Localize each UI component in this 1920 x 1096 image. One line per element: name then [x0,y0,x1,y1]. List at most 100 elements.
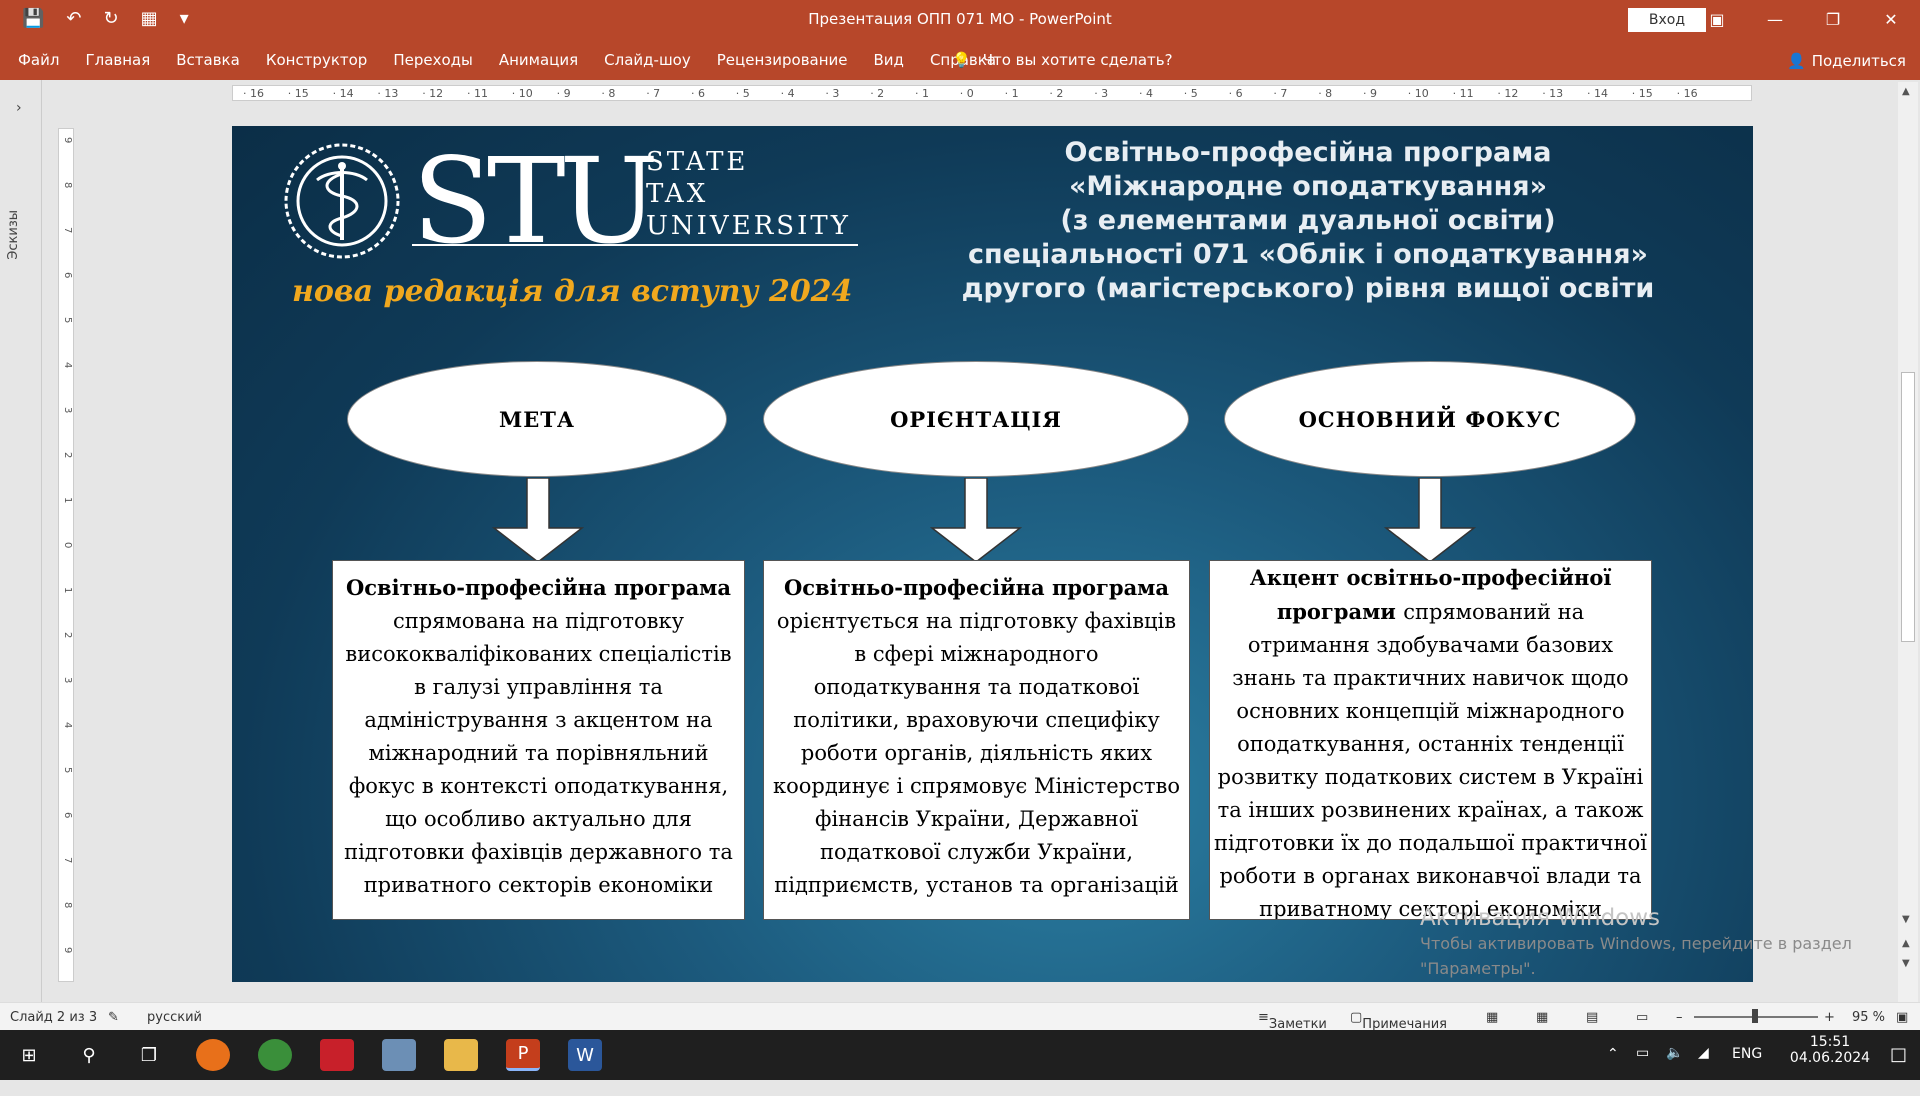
logo-subtitle: STATE TAX UNIVERSITY [646,146,851,242]
zoom-out-icon[interactable]: – [1676,1010,1683,1025]
reading-view-icon[interactable]: ▤ [1586,1010,1598,1025]
ruler-tick: 3 [62,407,73,414]
window-controls: ▣ — ❐ ✕ [1688,0,1920,40]
word-icon[interactable]: W [568,1039,602,1071]
down-arrow-icon [1384,478,1476,562]
comments-button[interactable]: ▢ Примечания [1350,1010,1447,1032]
box-orientation[interactable]: Освітньо-професійна програма орієнтуєтьс… [763,560,1190,920]
ruler-tick: · 14 [332,87,354,100]
minimize-icon[interactable]: — [1746,0,1804,40]
powerpoint-icon[interactable]: P [506,1039,540,1071]
app-red-icon[interactable] [320,1039,354,1071]
slideshow-view-icon[interactable]: ▭ [1636,1010,1648,1025]
heading-line: спеціальності 071 «Облік і оподаткування… [968,239,1648,270]
ribbon-display-options-icon[interactable]: ▣ [1688,0,1746,40]
slide-canvas[interactable]: STU STATE TAX UNIVERSITY нова редакція д… [232,126,1753,982]
down-arrow-icon [492,478,584,562]
watermark-line2: "Параметры". [1420,959,1536,978]
slide-heading[interactable]: Освітньо-професійна програма «Міжнародне… [908,136,1708,306]
title-bar: 💾 ↶ ↻ ▦ ▾ Презентация ОПП 071 МО - Power… [0,0,1920,40]
logo-line-state: STATE [646,147,749,177]
ruler-tick: 7 [62,857,73,864]
close-icon[interactable]: ✕ [1862,0,1920,40]
scroll-up-icon[interactable]: ▲ [1902,86,1910,97]
notifications-icon[interactable]: □ [1890,1044,1907,1094]
search-icon[interactable]: ⚲ [72,1039,106,1071]
file-explorer-icon[interactable] [444,1039,478,1071]
ruler-tick: 6 [62,272,73,279]
box-bold-text: Освітньо-професійна програма [783,575,1170,600]
tell-me-text: Что вы хотите сделать? [982,51,1173,69]
ruler-tick: · 13 [377,87,399,100]
previous-slide-icon[interactable]: ▲ [1902,938,1910,949]
task-view-icon[interactable]: ❐ [132,1039,166,1071]
ruler-tick: 9 [62,137,73,144]
tab-slideshow[interactable]: Слайд-шоу [604,51,691,69]
zoom-in-icon[interactable]: + [1824,1010,1835,1025]
zoom-level[interactable]: 95 % [1852,1010,1885,1025]
vertical-ruler[interactable]: 9 8 7 6 5 4 3 2 1 0 1 2 3 4 5 6 7 8 9 [58,128,74,982]
thumbnails-label[interactable]: Эскизы [6,210,21,260]
battery-icon[interactable]: ▭ [1636,1045,1649,1095]
ruler-tick: · 9 [556,87,571,100]
tab-design[interactable]: Конструктор [266,51,368,69]
network-icon[interactable]: ◢ [1698,1045,1709,1095]
tab-view[interactable]: Вид [874,51,904,69]
ruler-tick: 8 [62,182,73,189]
ruler-tick: · 2 [1049,87,1064,100]
scrollbar-thumb[interactable] [1901,372,1915,642]
ruler-tick: 2 [62,452,73,459]
clock[interactable]: 15:51 04.06.2024 [1780,1034,1880,1084]
chrome-icon[interactable] [258,1039,292,1071]
thumbnails-pane: › Эскизы [0,80,42,1002]
fit-to-window-icon[interactable]: ▣ [1896,1010,1908,1025]
slide-sorter-icon[interactable]: ▦ [1536,1010,1548,1025]
ruler-tick: 1 [62,587,73,594]
vertical-scrollbar[interactable]: ▲ ▼ ▲ ▼ [1898,82,1918,1002]
zoom-slider-knob[interactable] [1752,1009,1758,1023]
language-indicator[interactable]: русский [147,1010,202,1025]
ruler-tick: · 10 [511,87,533,100]
ruler-tick: · 15 [1631,87,1653,100]
input-language[interactable]: ENG [1732,1046,1762,1096]
tagline-text[interactable]: нова редакція для вступу 2024 [292,274,852,309]
tell-me-search[interactable]: 💡 Что вы хотите сделать? [952,51,1173,69]
ellipse-goal[interactable]: МЕТА [347,361,727,477]
ruler-tick: · 5 [1183,87,1198,100]
box-goal[interactable]: Освітньо-професійна програма спрямована … [332,560,745,920]
ruler-tick: · 4 [780,87,795,100]
box-main-focus[interactable]: Акцент освітньо-професійної програми спр… [1209,560,1652,920]
maximize-icon[interactable]: ❐ [1804,0,1862,40]
lightbulb-icon: 💡 [952,51,971,69]
ellipse-label: МЕТА [499,406,575,432]
tab-insert[interactable]: Вставка [176,51,240,69]
ellipse-orientation[interactable]: ОРІЄНТАЦІЯ [763,361,1189,477]
box-body-text: орієнтується на підготовку фахівців в сф… [772,609,1181,897]
horizontal-ruler[interactable]: · 16 · 15 · 14 · 13 · 12 · 11 · 10 · 9 · 8 · 7 · 6… [232,85,1752,101]
ellipse-main-focus[interactable]: ОСНОВНИЙ ФОКУС [1224,361,1636,477]
ruler-tick: 5 [62,317,73,324]
scroll-down-icon[interactable]: ▼ [1902,914,1910,925]
expand-thumbnails-icon[interactable]: › [16,100,22,116]
ruler-tick: · 11 [1452,87,1474,100]
person-icon: 👤 [1787,52,1806,70]
ruler-tick: · 2 [870,87,885,100]
tab-review[interactable]: Рецензирование [717,51,848,69]
windows-start-icon[interactable]: ⊞ [12,1039,46,1071]
notes-button[interactable]: ≡ Заметки [1258,1010,1327,1032]
ruler-tick: · 15 [287,87,309,100]
volume-icon[interactable]: 🔈 [1666,1045,1683,1095]
next-slide-icon[interactable]: ▼ [1902,958,1910,969]
tab-animations[interactable]: Анимация [499,51,578,69]
paint-icon[interactable] [382,1039,416,1071]
spellcheck-icon[interactable]: ✎ [108,1010,119,1025]
ruler-tick: · 0 [959,87,974,100]
share-button[interactable]: 👤 Поделиться [1787,52,1906,70]
tab-file[interactable]: Файл [18,51,59,69]
firefox-icon[interactable] [196,1039,230,1071]
tab-home[interactable]: Главная [85,51,150,69]
ruler-tick: · 16 [243,87,264,100]
show-hidden-icons-icon[interactable]: ⌃ [1607,1046,1619,1096]
tab-transitions[interactable]: Переходы [393,51,473,69]
normal-view-icon[interactable]: ▦ [1486,1010,1498,1025]
